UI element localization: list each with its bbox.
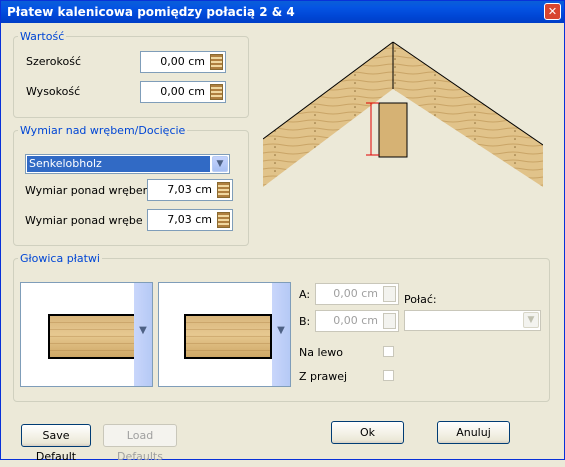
chevron-down-icon[interactable]: ▼ (212, 156, 228, 172)
spinner-icon[interactable] (217, 182, 230, 198)
wymiar-4-label: Wymiar ponad wrębem 4 (25, 214, 142, 227)
szerokosc-label: Szerokość (26, 55, 82, 68)
z-prawej-label: Z prawej (299, 370, 348, 383)
close-icon[interactable]: ✕ (544, 3, 561, 20)
chevron-down-icon[interactable]: ▼ (272, 283, 290, 386)
polac-label: Połać: (404, 293, 437, 306)
a-field[interactable]: 0,00 cm (315, 283, 399, 305)
wysokosc-label: Wysokość (26, 85, 81, 98)
wymiar-2-label: Wymiar ponad wrębem 2 (25, 184, 147, 197)
b-label: B: (299, 315, 311, 328)
spinner-icon[interactable] (210, 54, 223, 70)
spinner-icon[interactable] (210, 84, 223, 100)
wymiar-2-value: 7,03 cm (167, 183, 212, 196)
load-defaults-button[interactable]: Load Defaults (103, 424, 177, 463)
spinner-icon[interactable] (383, 286, 396, 302)
chevron-down-icon[interactable]: ▼ (523, 312, 539, 328)
beam-end-image (184, 314, 272, 359)
wymiar-legend: Wymiar nad wrębem/Docięcie (20, 124, 186, 137)
wymiar-2-field[interactable]: 7,03 cm (147, 179, 233, 201)
spinner-icon[interactable] (217, 212, 230, 228)
szerokosc-field[interactable]: 0,00 cm (140, 51, 226, 73)
left-head-preview[interactable]: ▼ (20, 282, 153, 387)
glowica-legend: Głowica płatwi (20, 252, 100, 265)
cut-type-value: Senkelobholz (27, 156, 210, 172)
right-head-preview[interactable]: ▼ (158, 282, 291, 387)
dialog-window: Płatew kalenicowa pomiędzy połacią 2 & 4… (0, 0, 565, 463)
a-label: A: (299, 288, 311, 301)
szerokosc-value: 0,00 cm (160, 55, 205, 68)
wymiar-4-field[interactable]: 7,03 cm (147, 209, 233, 231)
wymiar-4-value: 7,03 cm (167, 213, 212, 226)
anuluj-button[interactable]: Anuluj (437, 421, 510, 444)
na-lewo-label: Na lewo (299, 346, 344, 359)
wysokosc-field[interactable]: 0,00 cm (140, 81, 226, 103)
chevron-down-icon[interactable]: ▼ (134, 283, 152, 386)
b-value: 0,00 cm (333, 314, 378, 327)
ok-button[interactable]: Ok (331, 421, 404, 444)
a-value: 0,00 cm (333, 287, 378, 300)
spinner-icon[interactable] (383, 313, 396, 329)
save-default-button[interactable]: Save Default (21, 424, 91, 463)
wartosc-group: Wartość (13, 30, 249, 118)
polac-select[interactable]: ▼ (404, 310, 541, 331)
na-lewo-checkbox[interactable] (383, 346, 394, 357)
cut-type-select[interactable]: Senkelobholz ▼ (25, 154, 230, 174)
roof-preview-image (263, 41, 543, 187)
beam-end-image (48, 314, 136, 359)
b-field[interactable]: 0,00 cm (315, 310, 399, 332)
wartosc-legend: Wartość (20, 30, 65, 43)
title-bar: Płatew kalenicowa pomiędzy połacią 2 & 4… (1, 1, 564, 23)
wysokosc-value: 0,00 cm (160, 85, 205, 98)
window-title: Płatew kalenicowa pomiędzy połacią 2 & 4 (7, 5, 295, 19)
z-prawej-checkbox[interactable] (383, 370, 394, 381)
